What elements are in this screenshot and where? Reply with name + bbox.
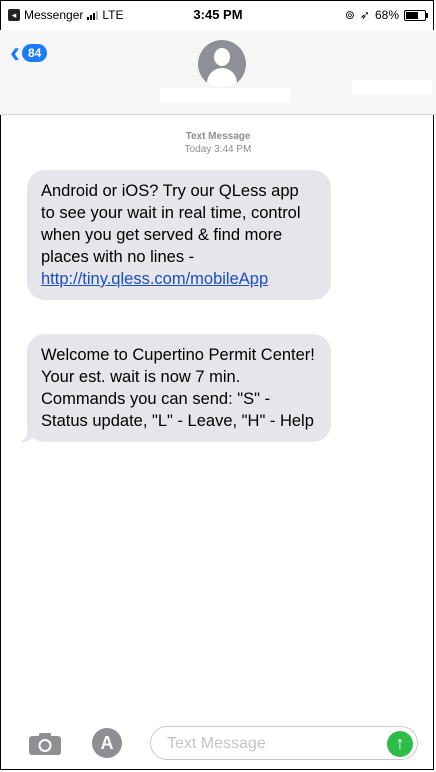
status-right: ⊚ ➶ 68% [344,8,428,22]
chevron-left-icon: ‹ [10,36,20,69]
location-icon: ➶ [359,8,370,22]
contact-avatar[interactable] [198,40,246,88]
person-icon [214,48,230,66]
message-text: Welcome to Cupertino Permit Center! Your… [41,346,315,430]
message-link[interactable]: http://tiny.qless.com/mobileApp [41,270,268,288]
thread-type-label: Text Message [185,131,251,142]
message-composer: A ↑ [0,718,436,770]
camera-icon[interactable] [28,732,62,756]
message-bubble: Welcome to Cupertino Permit Center! Your… [17,334,331,442]
arrow-up-icon: ↑ [395,733,405,753]
battery-icon [404,9,428,21]
message-input[interactable] [165,734,369,754]
redacted-info [352,80,432,94]
thread-timestamp: Text Message Today 3:44 PM [0,130,436,156]
message-input-field[interactable]: ↑ [150,726,418,760]
back-button[interactable]: ‹ 84 [10,36,48,69]
app-store-icon[interactable]: A [92,728,122,758]
redacted-contact-name [160,88,290,102]
status-bar: ◂ Messenger LTE 3:45 PM ⊚ ➶ 68% [0,0,436,30]
unread-count-badge: 84 [22,44,48,62]
message-bubble: Android or iOS? Try our QLess app to see… [27,170,331,300]
battery-percent: 68% [374,8,399,22]
lock-rotation-icon: ⊚ [344,8,355,22]
conversation-header: ‹ 84 [0,30,436,115]
message-text: Android or iOS? Try our QLess app to see… [41,182,301,266]
send-button[interactable]: ↑ [387,731,413,757]
thread-time-label: Today 3:44 PM [184,144,252,155]
